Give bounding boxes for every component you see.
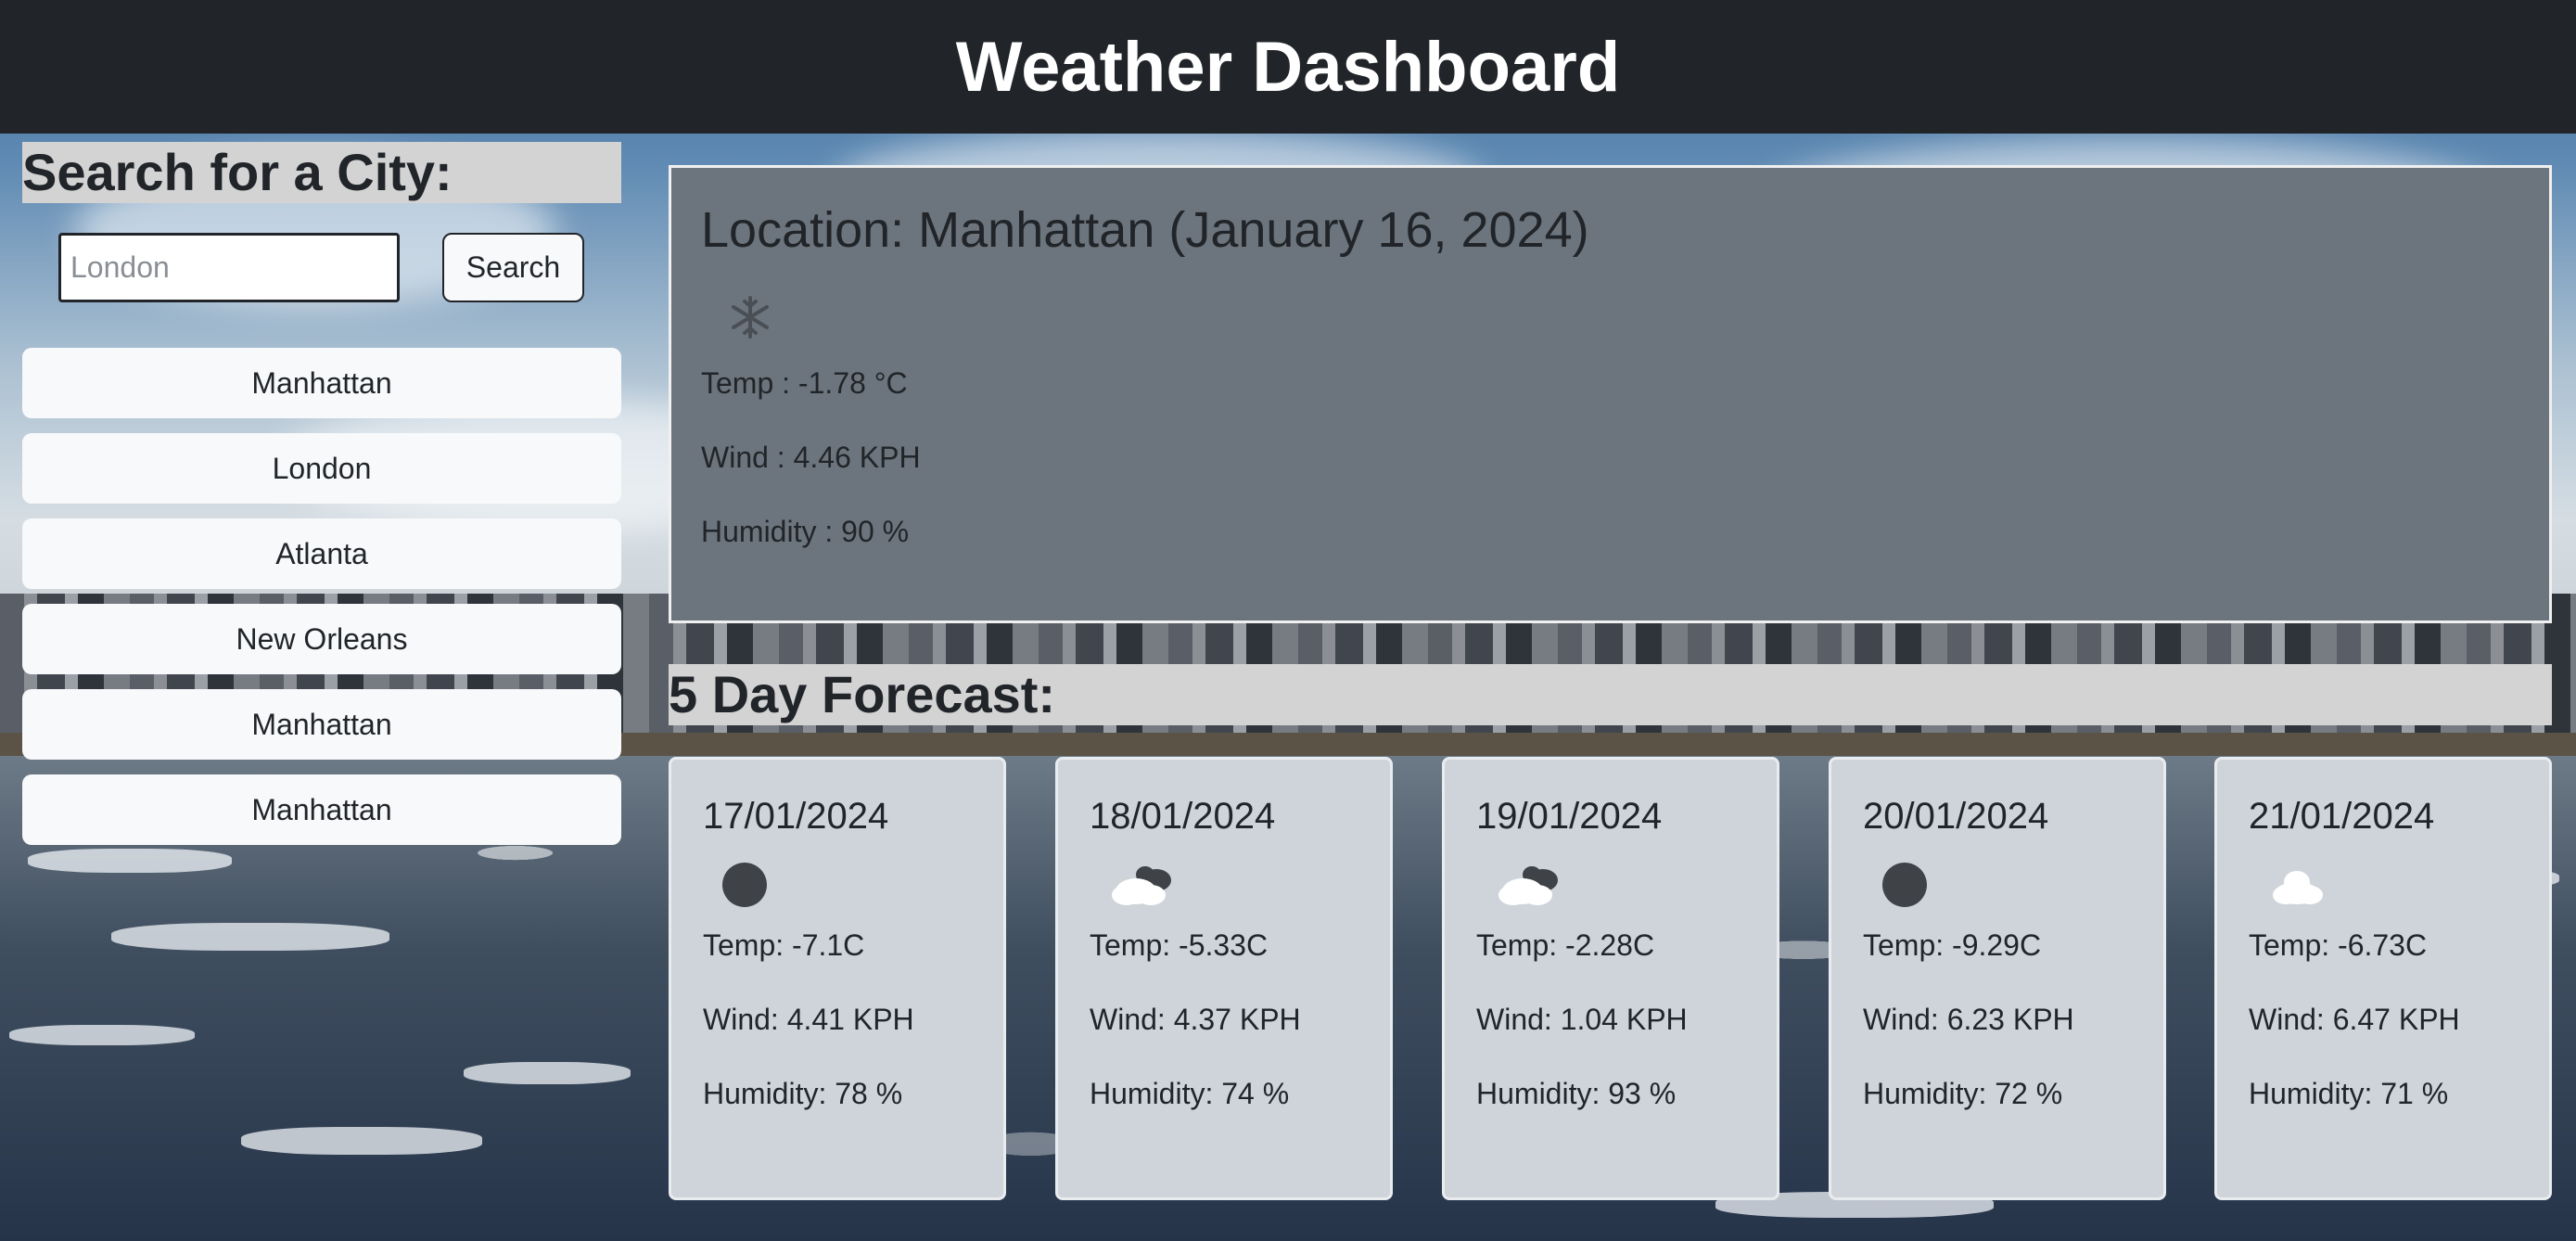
forecast-wind: Wind: 4.37 KPH: [1090, 1003, 1301, 1036]
app-header: Weather Dashboard: [0, 0, 2576, 134]
current-temp: Temp : -1.78 °C: [701, 366, 908, 400]
broken-clouds-icon: [1112, 866, 1171, 905]
forecast-wind: Wind: 6.47 KPH: [2249, 1003, 2460, 1036]
search-history-list: Manhattan London Atlanta New Orleans Man…: [22, 348, 621, 860]
forecast-humidity: Humidity: 74 %: [1090, 1077, 1290, 1110]
snow-icon: [732, 296, 769, 339]
forecast-temp: Temp: -7.1C: [703, 928, 865, 962]
forecast-temp: Temp: -9.29C: [1863, 928, 2042, 962]
clear-night-icon: [722, 863, 767, 907]
forecast-humidity: Humidity: 93 %: [1476, 1077, 1677, 1110]
forecast-temp: Temp: -5.33C: [1090, 928, 1269, 962]
forecast-temp: Temp: -6.73C: [2249, 928, 2428, 962]
forecast-cards: 17/01/2024 Temp: -7.1C Wind: 4.41 KPH Hu…: [669, 757, 2552, 1200]
forecast-card: 17/01/2024 Temp: -7.1C Wind: 4.41 KPH Hu…: [669, 757, 1006, 1200]
forecast-date: 21/01/2024: [2249, 796, 2435, 837]
search-heading: Search for a City:: [22, 142, 621, 203]
current-wind: Wind : 4.46 KPH: [701, 441, 921, 474]
history-city-button[interactable]: Atlanta: [22, 518, 621, 589]
forecast-date: 20/01/2024: [1863, 796, 2049, 837]
current-humidity: Humidity : 90 %: [701, 515, 910, 548]
forecast-date: 17/01/2024: [703, 796, 889, 837]
forecast-wind: Wind: 6.23 KPH: [1863, 1003, 2074, 1036]
forecast-date: 18/01/2024: [1090, 796, 1276, 837]
current-weather-panel: Location: Manhattan (January 16, 2024) T…: [669, 165, 2552, 623]
forecast-temp: Temp: -2.28C: [1476, 928, 1655, 962]
history-city-button[interactable]: Manhattan: [22, 348, 621, 418]
forecast-wind: Wind: 4.41 KPH: [703, 1003, 914, 1036]
history-city-button[interactable]: New Orleans: [22, 604, 621, 674]
clear-night-icon: [1882, 863, 1927, 907]
forecast-date: 19/01/2024: [1476, 796, 1663, 837]
current-location-title: Location: Manhattan (January 16, 2024): [701, 202, 1589, 258]
forecast-card: 19/01/2024 Temp: -2.28C Wind: 1.04 KPH H…: [1442, 757, 1779, 1200]
forecast-heading: 5 Day Forecast:: [669, 664, 2552, 725]
history-city-button[interactable]: Manhattan: [22, 689, 621, 760]
city-search-input[interactable]: [58, 233, 400, 302]
history-city-button[interactable]: London: [22, 433, 621, 504]
broken-clouds-icon: [1498, 866, 1558, 905]
forecast-wind: Wind: 1.04 KPH: [1476, 1003, 1688, 1036]
forecast-humidity: Humidity: 71 %: [2249, 1077, 2449, 1110]
cloud-icon: [2273, 871, 2323, 904]
forecast-card: 21/01/2024 Temp: -6.73C Wind: 6.47 KPH H…: [2214, 757, 2552, 1200]
forecast-card: 18/01/2024 Temp: -5.33C Wind: 4.37 KPH H…: [1055, 757, 1393, 1200]
app-title: Weather Dashboard: [955, 27, 1621, 107]
forecast-humidity: Humidity: 78 %: [703, 1077, 903, 1110]
forecast-card: 20/01/2024 Temp: -9.29C Wind: 6.23 KPH H…: [1829, 757, 2166, 1200]
history-city-button[interactable]: Manhattan: [22, 774, 621, 845]
search-button[interactable]: Search: [442, 233, 584, 302]
forecast-humidity: Humidity: 72 %: [1863, 1077, 2063, 1110]
